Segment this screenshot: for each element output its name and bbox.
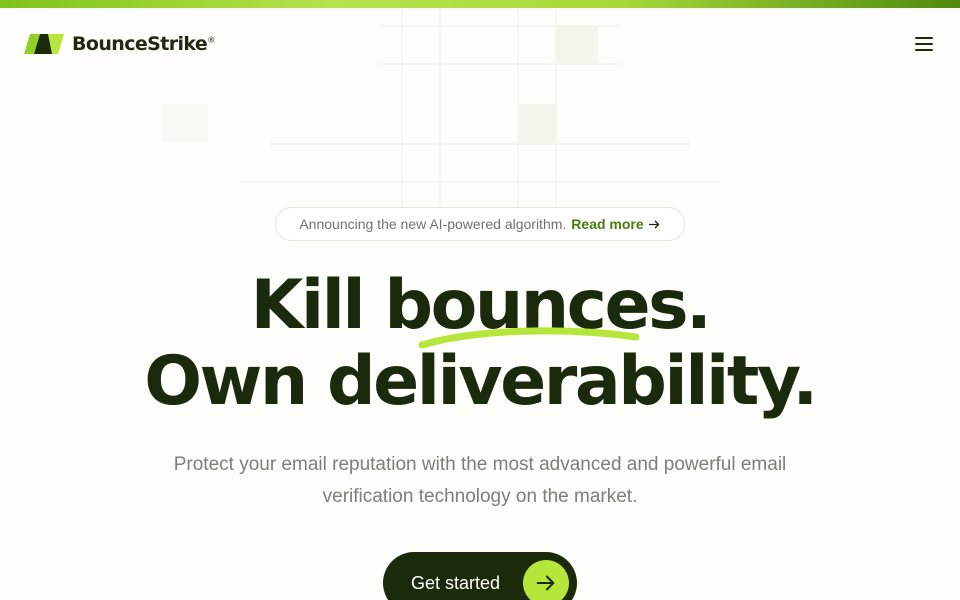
- headline-line-2: Own deliverability.: [144, 342, 818, 421]
- arrow-right-icon: [536, 575, 555, 591]
- brand-logo-link[interactable]: BounceStrike®: [24, 32, 215, 56]
- get-started-label: Get started: [411, 572, 501, 593]
- headline-underline-swoosh: [418, 327, 640, 349]
- arrow-right-icon: [648, 220, 659, 228]
- announcement-pill: Announcing the new AI-powered algorithm.…: [275, 207, 685, 241]
- hamburger-menu-icon[interactable]: [912, 32, 936, 56]
- read-more-link[interactable]: Read more: [571, 216, 660, 232]
- site-header: BounceStrike®: [0, 8, 960, 80]
- announcement-text: Announcing the new AI-powered algorithm.: [299, 216, 567, 232]
- hero-subtext: Protect your email reputation with the m…: [173, 454, 787, 507]
- bouncestrike-logo-icon: [24, 34, 64, 54]
- get-started-button[interactable]: Get started: [383, 552, 577, 600]
- read-more-label: Read more: [571, 216, 644, 232]
- top-accent-bar: [0, 0, 960, 8]
- cta-arrow-circle: [523, 560, 569, 600]
- brand-name: BounceStrike®: [72, 33, 215, 55]
